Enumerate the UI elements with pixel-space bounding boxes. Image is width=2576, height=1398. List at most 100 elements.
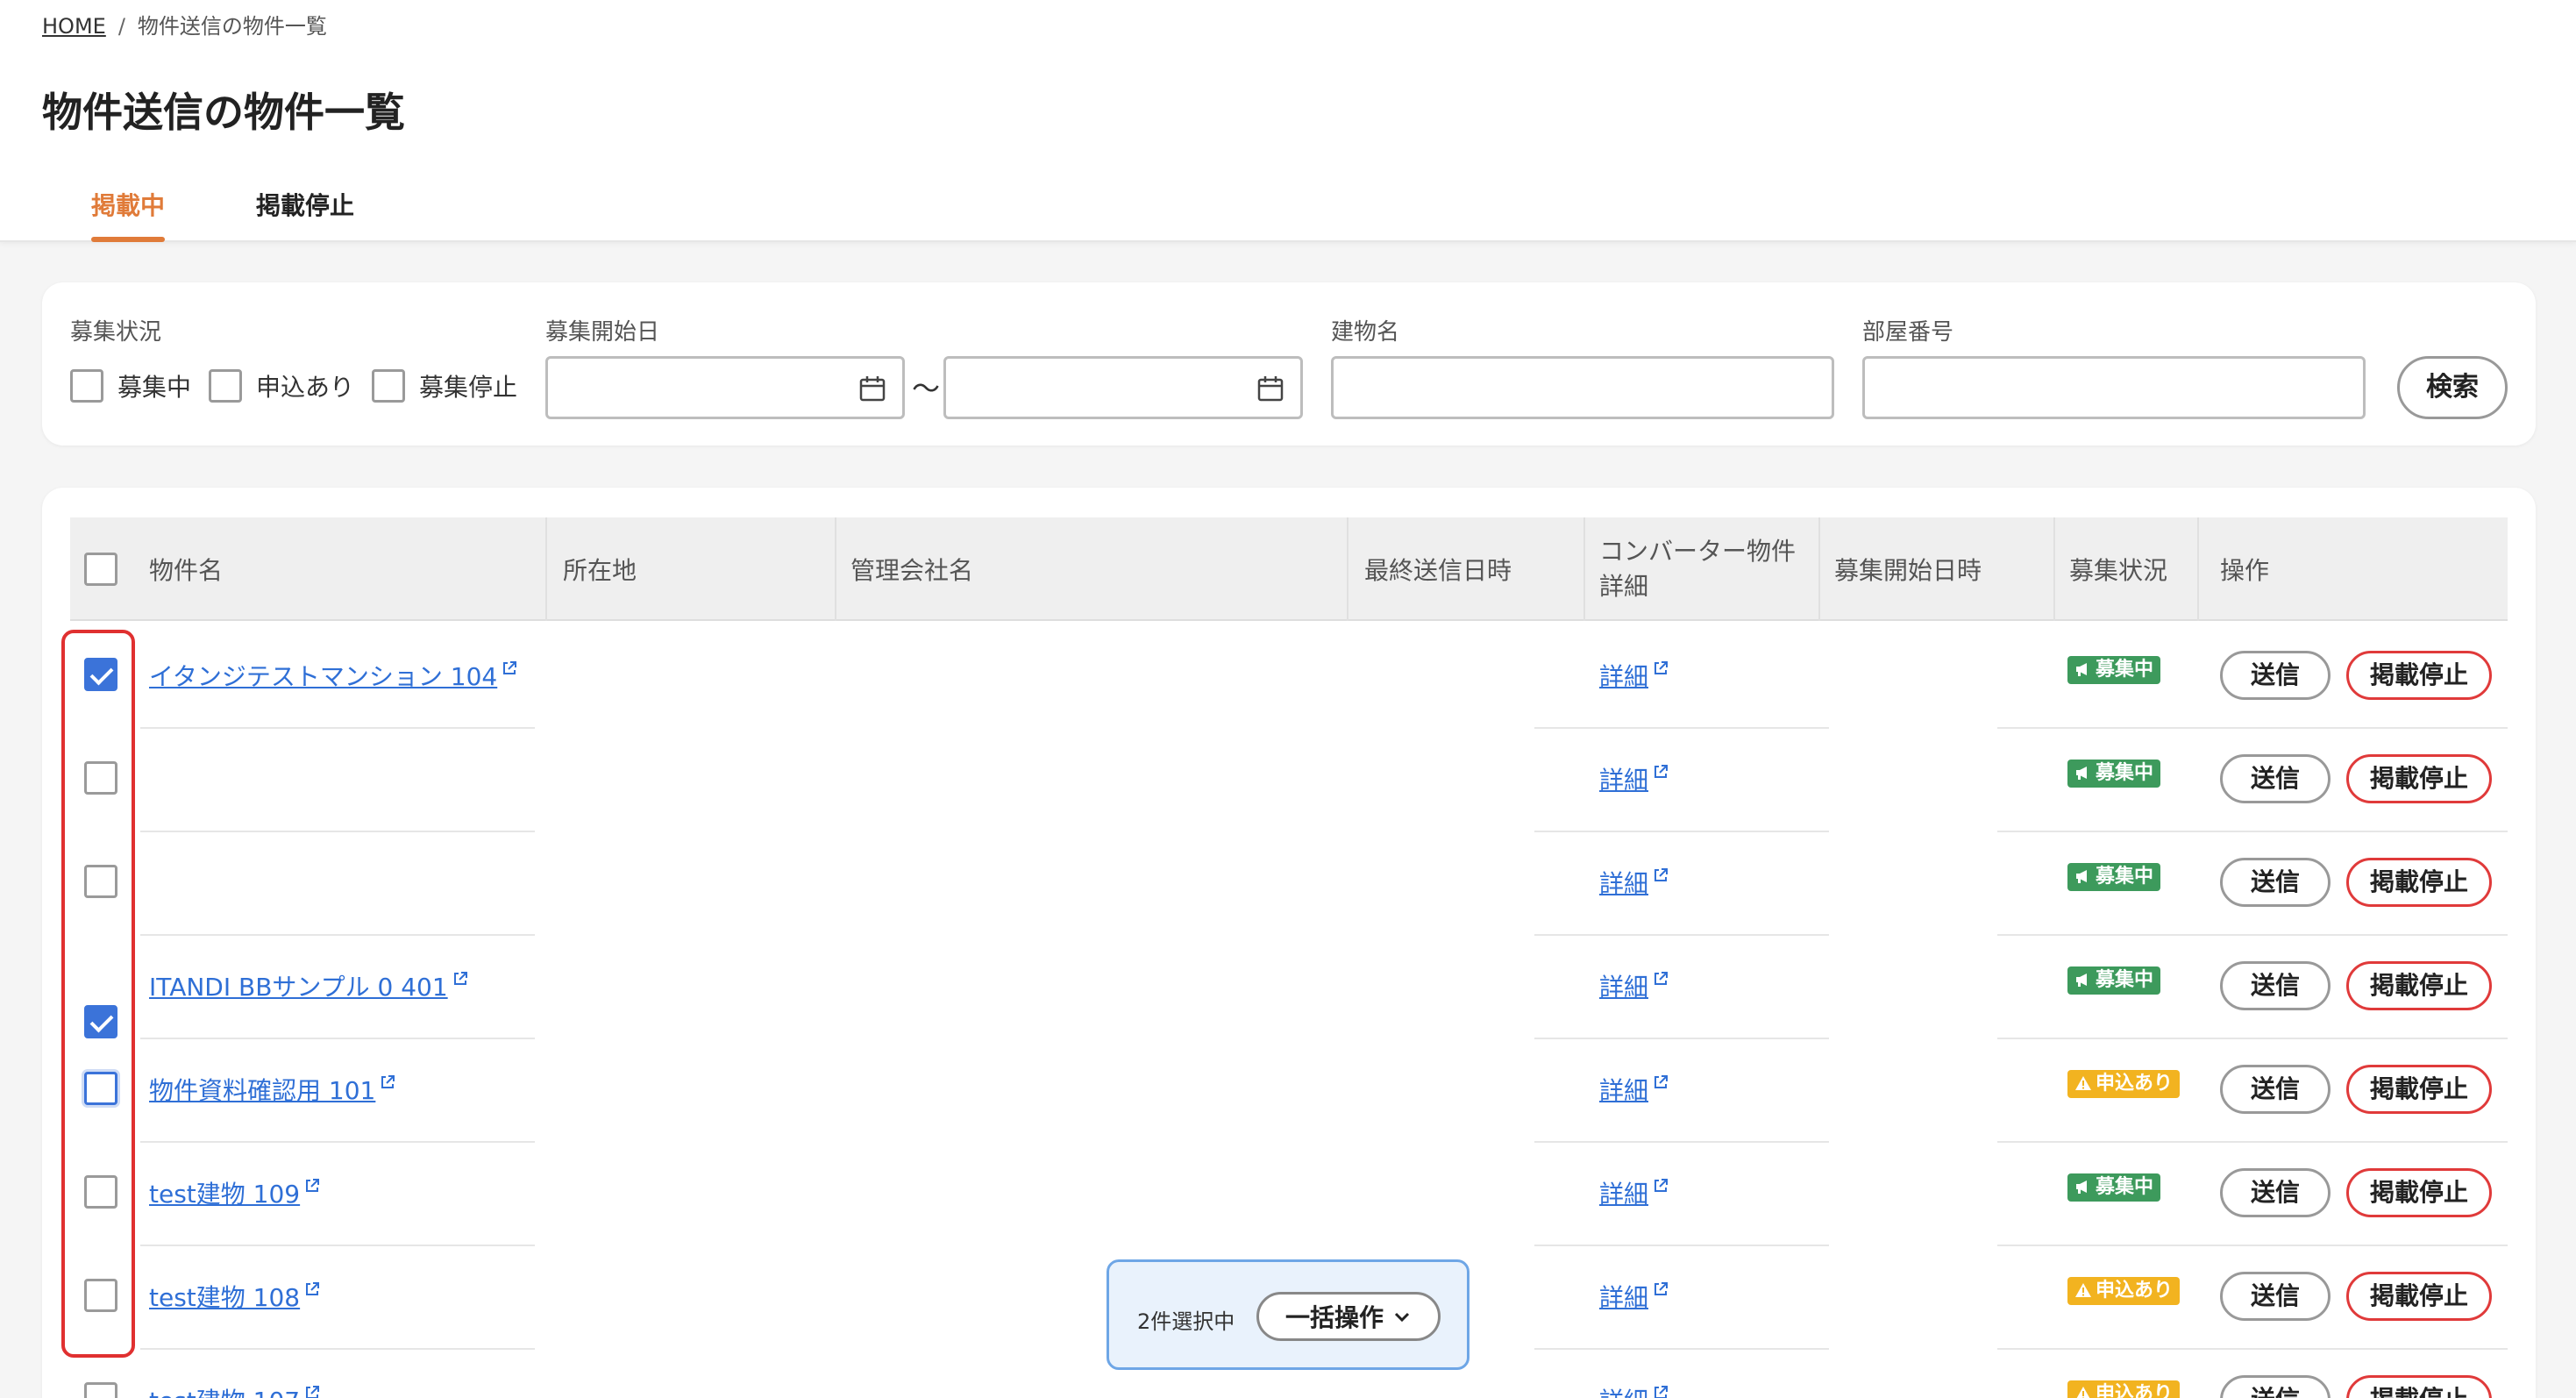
- row-divider: [1534, 934, 1829, 936]
- status-badge: 募集中: [2067, 966, 2161, 995]
- calendar-icon[interactable]: [858, 374, 886, 403]
- converter-detail-link[interactable]: 詳細: [1599, 658, 1669, 693]
- row-divider: [1997, 1141, 2508, 1143]
- status-badge-label: 募集中: [2096, 969, 2154, 991]
- row-divider: [1534, 1141, 1829, 1143]
- warning-icon: [2075, 1076, 2091, 1090]
- detail-label: 詳細: [1599, 766, 1649, 795]
- warning-icon: [2075, 1283, 2091, 1297]
- converter-detail-link[interactable]: 詳細: [1599, 1175, 1669, 1210]
- bulk-action-label: 一括操作: [1284, 1303, 1384, 1332]
- col-header-converter-line2: 詳細: [1599, 572, 1649, 601]
- property-name-link[interactable]: ITANDI BBサンプル 0 401: [149, 968, 469, 1003]
- external-link-icon: [453, 972, 467, 985]
- unpublish-button[interactable]: 掲載停止: [2346, 961, 2492, 1010]
- page-title: 物件送信の物件一覧: [42, 89, 405, 136]
- converter-detail-link[interactable]: 詳細: [1599, 1072, 1669, 1107]
- send-button[interactable]: 送信: [2220, 961, 2330, 1010]
- converter-detail-link[interactable]: 詳細: [1599, 761, 1669, 796]
- row-divider: [140, 1245, 535, 1246]
- send-button[interactable]: 送信: [2220, 651, 2330, 700]
- room-number-input[interactable]: [1862, 356, 2366, 419]
- megaphone-icon: [2076, 1180, 2087, 1194]
- status-badge: 申込あり: [2067, 1070, 2181, 1098]
- row-divider: [1534, 831, 1829, 832]
- col-header-start: 募集開始日時: [1834, 556, 1982, 585]
- detail-label: 詳細: [1599, 1283, 1649, 1312]
- bulk-action-bar: 2件選択中 一括操作: [1107, 1259, 1469, 1370]
- external-link-icon: [381, 1075, 395, 1088]
- send-button[interactable]: 送信: [2220, 1168, 2330, 1217]
- calendar-icon[interactable]: [1256, 374, 1284, 403]
- external-link-icon: [1654, 868, 1669, 881]
- send-button[interactable]: 送信: [2220, 754, 2330, 803]
- row-divider: [1997, 831, 2508, 832]
- status-checkbox-stopped[interactable]: [372, 369, 406, 403]
- status-badge-label: 募集中: [2096, 866, 2154, 888]
- unpublish-button[interactable]: 掲載停止: [2346, 754, 2492, 803]
- building-name-input[interactable]: [1331, 356, 1834, 419]
- status-checkbox-applied[interactable]: [209, 369, 243, 403]
- status-filter-group: 募集中 申込あり 募集停止: [70, 368, 535, 403]
- row-checkbox[interactable]: [84, 1382, 117, 1398]
- property-name-link[interactable]: test建物 107: [149, 1382, 321, 1398]
- unpublish-button[interactable]: 掲載停止: [2346, 1375, 2492, 1398]
- property-name-link[interactable]: イタンジテストマンション 104: [149, 658, 518, 693]
- send-button[interactable]: 送信: [2220, 1272, 2330, 1321]
- status-checkbox-recruiting[interactable]: [70, 369, 103, 403]
- send-button[interactable]: 送信: [2220, 1065, 2330, 1114]
- row-divider: [140, 934, 535, 936]
- status-badge: 申込あり: [2067, 1380, 2181, 1398]
- date-range-separator: 〜: [912, 372, 941, 405]
- converter-detail-link[interactable]: 詳細: [1599, 865, 1669, 900]
- external-link-icon: [1654, 1179, 1669, 1192]
- status-option-label: 募集停止: [419, 373, 518, 402]
- external-link-icon: [1654, 1075, 1669, 1088]
- search-button[interactable]: 検索: [2397, 356, 2508, 419]
- send-button[interactable]: 送信: [2220, 1375, 2330, 1398]
- col-header-actions: 操作: [2220, 556, 2270, 585]
- external-link-icon: [306, 1386, 320, 1398]
- external-link-icon: [306, 1179, 320, 1192]
- megaphone-icon: [2076, 767, 2087, 780]
- breadcrumb-current: 物件送信の物件一覧: [137, 14, 327, 39]
- start-date-to-input[interactable]: [943, 356, 1303, 419]
- detail-label: 詳細: [1599, 1076, 1649, 1105]
- property-name-link[interactable]: test建物 109: [149, 1175, 321, 1210]
- unpublish-button[interactable]: 掲載停止: [2346, 858, 2492, 907]
- selected-count: 2件選択中: [1137, 1309, 1235, 1334]
- row-divider: [1997, 1348, 2508, 1350]
- megaphone-icon: [2076, 663, 2087, 676]
- breadcrumb-home-link[interactable]: HOME: [42, 14, 106, 39]
- select-all-checkbox[interactable]: [84, 553, 117, 586]
- bulk-action-button[interactable]: 一括操作: [1256, 1292, 1441, 1341]
- col-header-status: 募集状況: [2069, 556, 2168, 585]
- tab-published[interactable]: 掲載中: [91, 188, 166, 242]
- detail-label: 詳細: [1599, 973, 1649, 1002]
- converter-detail-link[interactable]: 詳細: [1599, 1279, 1669, 1314]
- detail-label: 詳細: [1599, 1387, 1648, 1398]
- start-date-from-input[interactable]: [545, 356, 905, 419]
- unpublish-button[interactable]: 掲載停止: [2346, 1065, 2492, 1114]
- property-name: test建物 108: [149, 1283, 301, 1312]
- tab-unpublished[interactable]: 掲載停止: [256, 188, 354, 242]
- unpublish-button[interactable]: 掲載停止: [2346, 1168, 2492, 1217]
- row-divider: [1997, 1038, 2508, 1039]
- checkbox-highlight: [61, 630, 135, 1358]
- property-name-link[interactable]: 物件資料確認用 101: [149, 1072, 396, 1107]
- converter-detail-link[interactable]: 詳細: [1599, 968, 1669, 1003]
- unpublish-button[interactable]: 掲載停止: [2346, 1272, 2492, 1321]
- converter-detail-link[interactable]: 詳細: [1599, 1382, 1669, 1398]
- status-filter-label: 募集状況: [70, 319, 162, 346]
- external-link-icon: [1654, 765, 1669, 778]
- col-header-converter-line1: コンバーター物件: [1599, 537, 1797, 566]
- unpublish-button[interactable]: 掲載停止: [2346, 651, 2492, 700]
- row-divider: [1534, 727, 1829, 729]
- property-name: 物件資料確認用 101: [149, 1076, 376, 1105]
- property-name-link[interactable]: test建物 108: [149, 1279, 321, 1314]
- status-option-label: 申込あり: [256, 373, 355, 402]
- property-name: イタンジテストマンション 104: [149, 662, 498, 691]
- send-button[interactable]: 送信: [2220, 858, 2330, 907]
- tab-bar: 掲載中 掲載停止: [91, 188, 354, 242]
- warning-icon: [2076, 1387, 2090, 1398]
